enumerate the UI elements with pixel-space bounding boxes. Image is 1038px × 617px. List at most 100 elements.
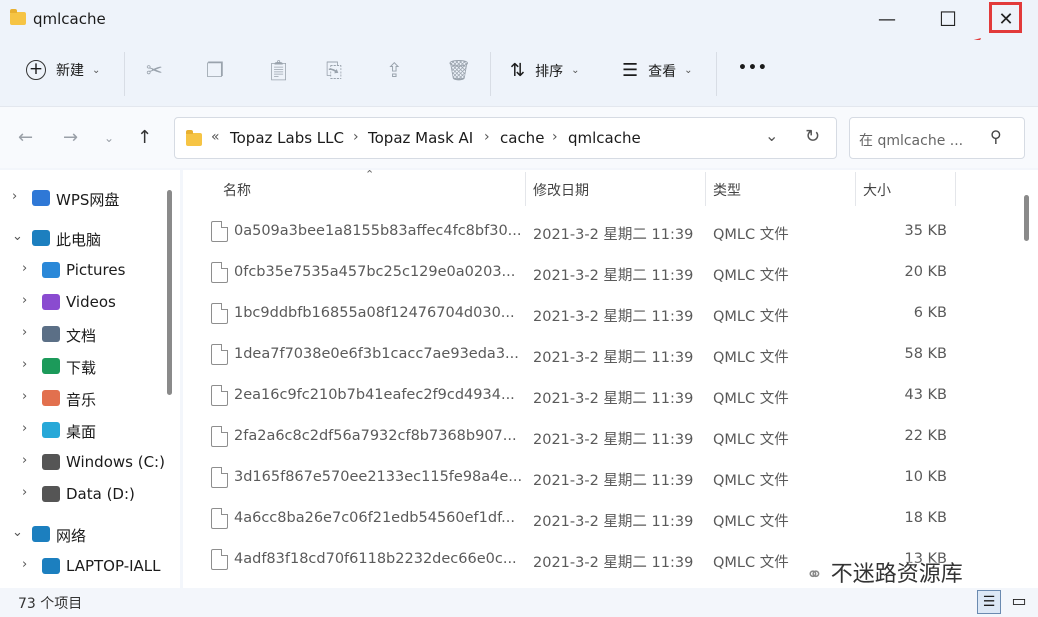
expand-chevron-icon[interactable]: ⌄: [12, 525, 23, 540]
documents-icon: [42, 326, 60, 342]
sidebar-item-label: Videos: [66, 293, 116, 311]
file-icon: [211, 426, 228, 447]
details-view-icon[interactable]: ☰: [977, 590, 1001, 614]
sort-icon: ⇅: [510, 60, 526, 81]
sidebar-item[interactable]: › Windows (C:): [0, 450, 165, 478]
sidebar-item-label: 音乐: [66, 391, 97, 409]
search-icon[interactable]: ⚲: [990, 127, 1002, 146]
breadcrumb-item[interactable]: cache: [500, 129, 544, 147]
sidebar-item[interactable]: ⌄ 网络: [0, 522, 165, 550]
file-name: 4adf83f18cd70f6118b2232dec66e0c...: [234, 551, 517, 567]
status-bar: 73 个项目 ☰ ▭: [0, 588, 1038, 617]
file-size: 43 KB: [904, 387, 947, 403]
forward-arrow-icon[interactable]: →: [63, 127, 78, 148]
file-icon: [211, 508, 228, 529]
cut-icon[interactable]: ✂: [146, 58, 163, 82]
content-scrollbar[interactable]: [1024, 195, 1029, 241]
breadcrumb-item[interactable]: Topaz Labs LLC: [230, 129, 344, 147]
drive-icon: [42, 454, 60, 470]
file-icon: [211, 549, 228, 570]
table-row[interactable]: 0fcb35e7535a457bc25c129e0a0203... 2021-3-…: [183, 253, 1003, 294]
computer-icon: [32, 230, 50, 246]
address-bar[interactable]: « Topaz Labs LLC › Topaz Mask AI › cache…: [174, 117, 837, 159]
sidebar-item[interactable]: › Pictures: [0, 258, 165, 286]
view-button[interactable]: ☰ 查看 ⌄: [622, 60, 693, 81]
breadcrumb-chevron-icon[interactable]: ›: [353, 129, 359, 145]
breadcrumb-item[interactable]: Topaz Mask AI: [368, 129, 473, 147]
sidebar-item[interactable]: › 下载: [0, 354, 165, 382]
sidebar-item[interactable]: › WPS网盘: [0, 186, 165, 214]
sidebar-item[interactable]: › LAPTOP-IALL: [0, 554, 165, 582]
expand-chevron-icon[interactable]: ›: [22, 293, 27, 308]
sidebar-item-label: WPS网盘: [56, 191, 120, 209]
file-size: 6 KB: [913, 305, 947, 321]
column-header-size[interactable]: 大小: [863, 180, 891, 200]
table-row[interactable]: 4a6cc8ba26e7c06f21edb54560ef1df... 2021-3…: [183, 499, 1003, 540]
table-row[interactable]: 1bc9ddbfb16855a08f12476704d030... 2021-3-…: [183, 294, 1003, 335]
paste-icon[interactable]: 📋︎: [266, 58, 291, 82]
sidebar-item-label: 文档: [66, 327, 97, 345]
back-arrow-icon[interactable]: ←: [18, 127, 33, 148]
table-row[interactable]: 3d165f867e570ee2133ec115fe98a4e... 2021-3…: [183, 458, 1003, 499]
file-size: 20 KB: [904, 264, 947, 280]
expand-chevron-icon[interactable]: ›: [22, 357, 27, 372]
divider: [525, 172, 526, 206]
table-row[interactable]: 1dea7f7038e0e6f3b1cacc7ae93eda3... 2021-3…: [183, 335, 1003, 376]
file-name: 2fa2a6c8c2df56a7932cf8b7368b907...: [234, 428, 517, 444]
download-icon: [42, 358, 60, 374]
refresh-icon[interactable]: ↻: [805, 126, 820, 147]
folder-icon: [186, 130, 202, 146]
expand-chevron-icon[interactable]: ›: [22, 421, 27, 436]
breadcrumb-overflow[interactable]: «: [211, 129, 220, 145]
breadcrumb-chevron-icon[interactable]: ›: [552, 129, 558, 145]
file-name: 0a509a3bee1a8155b83affec4fc8bf30...: [234, 223, 522, 239]
close-highlight-box: [989, 2, 1022, 33]
file-name: 4a6cc8ba26e7c06f21edb54560ef1df...: [234, 510, 515, 526]
sidebar-item[interactable]: › 文档: [0, 322, 165, 350]
sidebar-item[interactable]: › 桌面: [0, 418, 165, 446]
expand-chevron-icon[interactable]: ⌄: [12, 229, 23, 244]
file-date: 2021-3-2 星期二 11:39: [533, 555, 694, 571]
file-icon: [211, 221, 228, 242]
file-date: 2021-3-2 星期二 11:39: [533, 227, 694, 243]
sidebar-item[interactable]: › 音乐: [0, 386, 165, 414]
column-header-date[interactable]: 修改日期: [533, 180, 589, 200]
sidebar-item[interactable]: ⌄ 此电脑: [0, 226, 165, 254]
breadcrumb-chevron-icon[interactable]: ›: [484, 129, 490, 145]
minimize-button[interactable]: —: [864, 0, 910, 38]
search-box[interactable]: 在 qmlcache ... ⚲: [849, 117, 1025, 159]
expand-chevron-icon[interactable]: ›: [22, 325, 27, 340]
expand-chevron-icon[interactable]: ›: [22, 453, 27, 468]
maximize-button[interactable]: ☐: [925, 0, 971, 38]
file-type: QMLC 文件: [713, 350, 789, 366]
more-options-button[interactable]: •••: [738, 60, 768, 76]
column-header-type[interactable]: 类型: [713, 180, 741, 200]
sidebar-item[interactable]: › Data (D:): [0, 482, 165, 510]
delete-icon[interactable]: 🗑︎: [446, 58, 471, 82]
share-icon[interactable]: ⇪: [386, 58, 403, 82]
table-row[interactable]: 0a509a3bee1a8155b83affec4fc8bf30... 2021-…: [183, 212, 1003, 253]
breadcrumb-item[interactable]: qmlcache: [568, 129, 641, 147]
expand-chevron-icon[interactable]: ›: [12, 189, 17, 204]
up-arrow-icon[interactable]: ↑: [137, 127, 152, 148]
table-row[interactable]: 2ea16c9fc210b7b41eafec2f9cd4934... 2021-3…: [183, 376, 1003, 417]
expand-chevron-icon[interactable]: ›: [22, 557, 27, 572]
column-header-name[interactable]: 名称: [223, 180, 251, 200]
sidebar-item[interactable]: › Videos: [0, 290, 165, 318]
rename-icon[interactable]: ⎘: [326, 58, 342, 82]
search-input[interactable]: 在 qmlcache ...: [859, 130, 963, 150]
history-chevron-icon[interactable]: ⌄: [765, 126, 778, 145]
sidebar-item-label: 下载: [66, 359, 97, 377]
table-row[interactable]: 2fa2a6c8c2df56a7932cf8b7368b907... 2021-3…: [183, 417, 1003, 458]
sidebar-scrollbar[interactable]: [167, 190, 172, 395]
new-button[interactable]: + 新建 ⌄: [26, 60, 100, 80]
file-date: 2021-3-2 星期二 11:39: [533, 473, 694, 489]
copy-icon[interactable]: ❐: [206, 58, 224, 82]
sort-button[interactable]: ⇅ 排序 ⌄: [510, 60, 579, 81]
file-size: 10 KB: [904, 469, 947, 485]
thumbnail-view-icon[interactable]: ▭: [1008, 590, 1030, 614]
recent-chevron-icon[interactable]: ⌄: [104, 131, 114, 145]
expand-chevron-icon[interactable]: ›: [22, 261, 27, 276]
expand-chevron-icon[interactable]: ›: [22, 389, 27, 404]
expand-chevron-icon[interactable]: ›: [22, 485, 27, 500]
